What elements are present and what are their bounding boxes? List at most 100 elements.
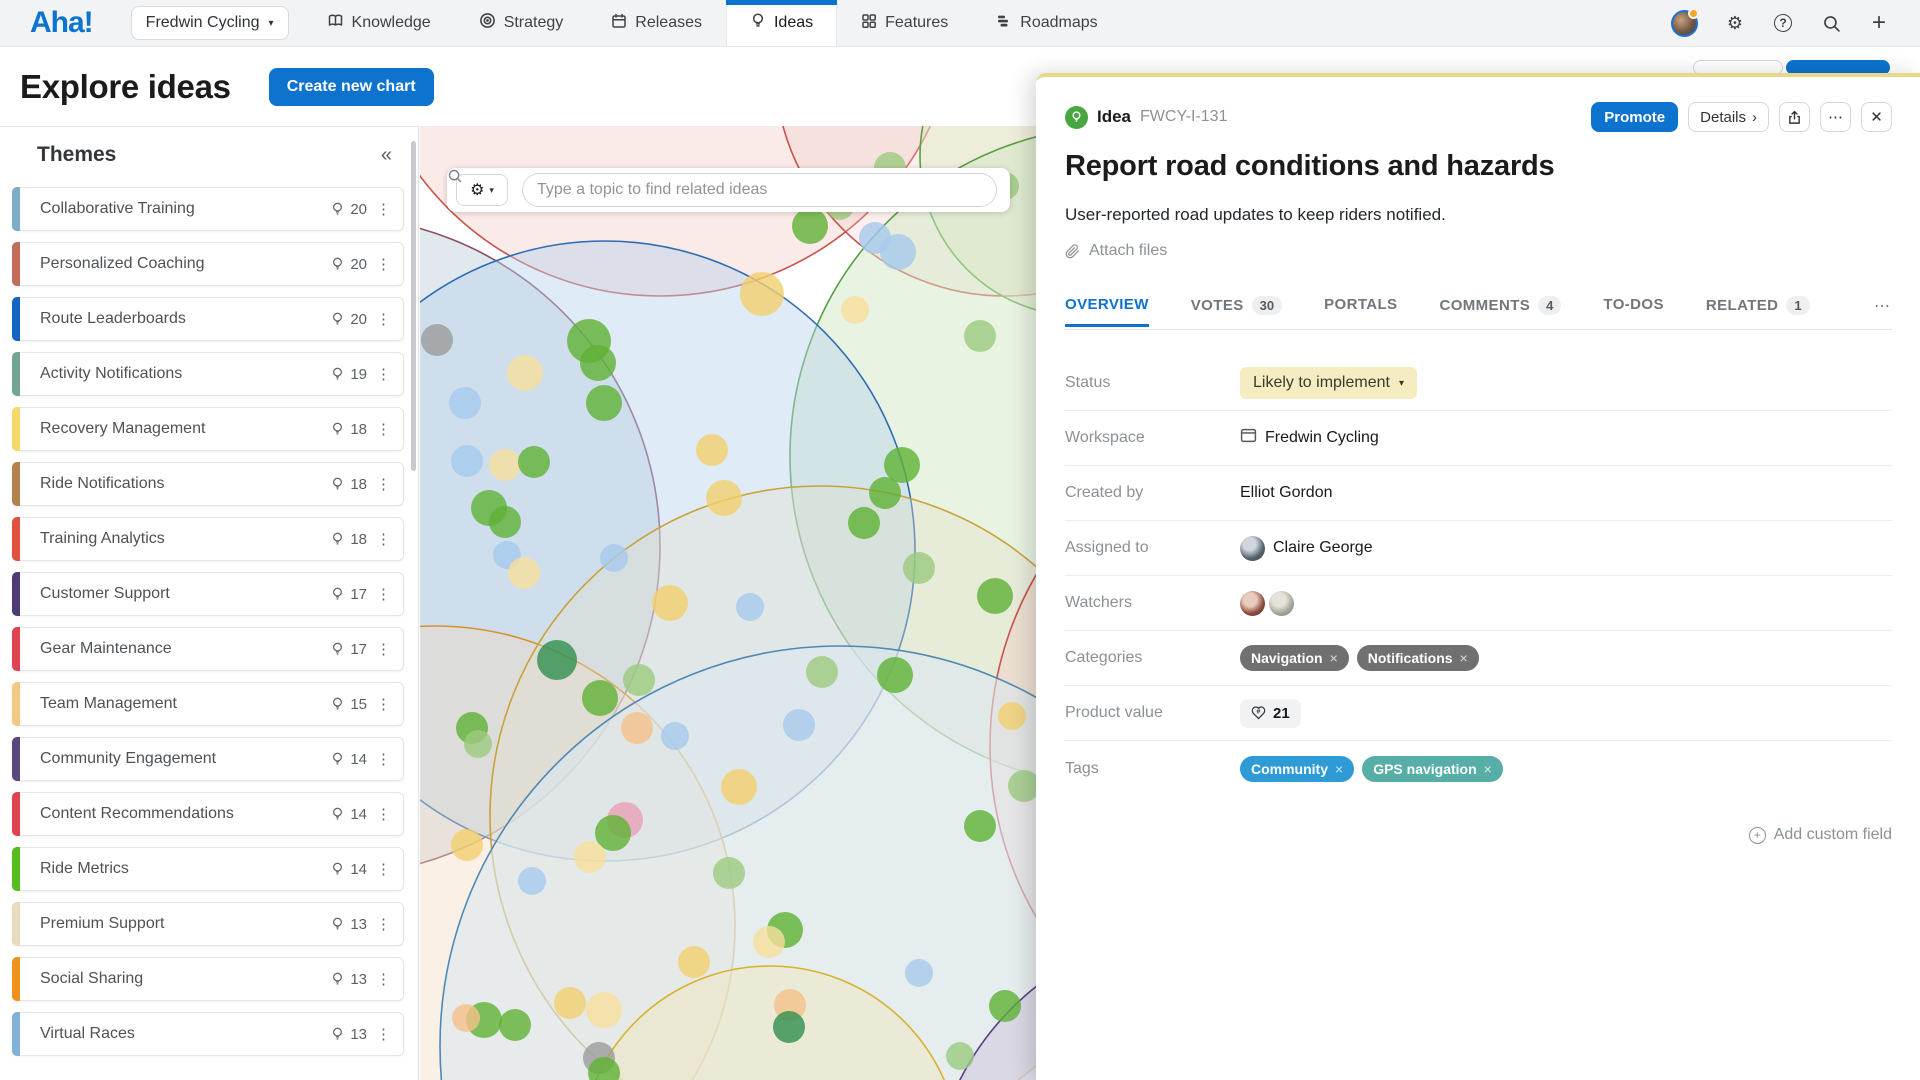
sidebar-item-ride-notifications[interactable]: Ride Notifications 18 ⋮ <box>12 462 404 506</box>
share-button[interactable] <box>1779 102 1810 132</box>
idea-dot[interactable] <box>884 447 920 483</box>
idea-dot[interactable] <box>452 1004 480 1032</box>
idea-dot[interactable] <box>508 557 540 589</box>
idea-dot[interactable] <box>586 385 622 421</box>
sidebar-item-ride-metrics[interactable]: Ride Metrics 14 ⋮ <box>12 847 404 891</box>
idea-dot[interactable] <box>580 345 616 381</box>
idea-dot[interactable] <box>499 1009 531 1041</box>
nav-tab-roadmaps[interactable]: Roadmaps <box>972 0 1121 46</box>
idea-dot[interactable] <box>600 544 628 572</box>
idea-dot[interactable] <box>713 857 745 889</box>
promote-button[interactable]: Promote <box>1591 102 1678 132</box>
idea-dot[interactable] <box>652 585 688 621</box>
help-icon[interactable]: ? <box>1772 12 1794 34</box>
idea-dot[interactable] <box>464 730 492 758</box>
add-custom-field[interactable]: + Add custom field <box>1065 826 1892 844</box>
remove-icon[interactable]: × <box>1335 761 1343 777</box>
idea-dot[interactable] <box>841 296 869 324</box>
idea-dot[interactable] <box>554 987 586 1019</box>
sidebar-item-premium-support[interactable]: Premium Support 13 ⋮ <box>12 902 404 946</box>
sidebar-item-collaborative-training[interactable]: Collaborative Training 20 ⋮ <box>12 187 404 231</box>
assigned-to-value[interactable]: Claire George <box>1273 539 1373 557</box>
idea-dot[interactable] <box>736 593 764 621</box>
nav-tab-features[interactable]: Features <box>837 0 972 46</box>
tabs-overflow-icon[interactable]: ⋯ <box>1874 296 1892 329</box>
sidebar-item-gear-maintenance[interactable]: Gear Maintenance 17 ⋮ <box>12 627 404 671</box>
sidebar-item-community-engagement[interactable]: Community Engagement 14 ⋮ <box>12 737 404 781</box>
idea-dot[interactable] <box>753 926 785 958</box>
idea-dot[interactable] <box>721 769 757 805</box>
category-pill-navigation[interactable]: Navigation× <box>1240 645 1349 671</box>
sidebar-item-social-sharing[interactable]: Social Sharing 13 ⋮ <box>12 957 404 1001</box>
idea-dot[interactable] <box>449 387 481 419</box>
idea-dot[interactable] <box>621 712 653 744</box>
tab-related[interactable]: RELATED1 <box>1706 296 1810 328</box>
remove-icon[interactable]: × <box>1460 650 1468 666</box>
idea-dot[interactable] <box>574 841 606 873</box>
idea-dot[interactable] <box>518 867 546 895</box>
idea-dot[interactable] <box>848 507 880 539</box>
idea-dot[interactable] <box>783 709 815 741</box>
theme-menu-icon[interactable]: ⋮ <box>376 862 391 877</box>
idea-dot[interactable] <box>880 234 916 270</box>
sidebar-item-team-management[interactable]: Team Management 15 ⋮ <box>12 682 404 726</box>
idea-dot[interactable] <box>998 702 1026 730</box>
watcher-avatar[interactable] <box>1240 591 1265 616</box>
remove-icon[interactable]: × <box>1330 650 1338 666</box>
topic-search-input[interactable] <box>537 181 982 199</box>
idea-dot[interactable] <box>905 959 933 987</box>
tab-to-dos[interactable]: TO-DOS <box>1603 296 1663 326</box>
idea-dot[interactable] <box>582 680 618 716</box>
aha-logo[interactable]: Aha! <box>30 6 93 40</box>
close-button[interactable]: ✕ <box>1861 102 1892 132</box>
idea-dot[interactable] <box>623 664 655 696</box>
tab-overview[interactable]: OVERVIEW <box>1065 296 1149 326</box>
idea-dot[interactable] <box>773 1011 805 1043</box>
sidebar-item-customer-support[interactable]: Customer Support 17 ⋮ <box>12 572 404 616</box>
theme-menu-icon[interactable]: ⋮ <box>376 642 391 657</box>
sidebar-item-virtual-races[interactable]: Virtual Races 13 ⋮ <box>12 1012 404 1056</box>
idea-dot[interactable] <box>989 990 1021 1022</box>
sidebar-item-route-leaderboards[interactable]: Route Leaderboards 20 ⋮ <box>12 297 404 341</box>
theme-menu-icon[interactable]: ⋮ <box>376 257 391 272</box>
plus-icon[interactable]: + <box>1868 12 1890 34</box>
tab-comments[interactable]: COMMENTS4 <box>1439 296 1561 328</box>
idea-dot[interactable] <box>451 445 483 477</box>
theme-menu-icon[interactable]: ⋮ <box>376 697 391 712</box>
idea-dot[interactable] <box>586 992 622 1028</box>
remove-icon[interactable]: × <box>1484 761 1492 777</box>
idea-dot[interactable] <box>706 480 742 516</box>
idea-dot[interactable] <box>661 722 689 750</box>
idea-dot[interactable] <box>792 208 828 244</box>
idea-description[interactable]: User-reported road updates to keep rider… <box>1065 205 1892 225</box>
workspace-switcher[interactable]: Fredwin Cycling ▾ <box>131 6 289 40</box>
theme-menu-icon[interactable]: ⋮ <box>376 972 391 987</box>
idea-dot[interactable] <box>869 477 901 509</box>
search-icon[interactable] <box>1820 12 1842 34</box>
idea-dot[interactable] <box>537 640 577 680</box>
theme-menu-icon[interactable]: ⋮ <box>376 477 391 492</box>
tab-portals[interactable]: PORTALS <box>1324 296 1397 326</box>
nav-tab-ideas[interactable]: Ideas <box>726 0 837 46</box>
sidebar-item-training-analytics[interactable]: Training Analytics 18 ⋮ <box>12 517 404 561</box>
idea-dot[interactable] <box>977 578 1013 614</box>
idea-dot[interactable] <box>421 324 453 356</box>
idea-dot[interactable] <box>489 449 521 481</box>
idea-dot[interactable] <box>740 272 784 316</box>
theme-menu-icon[interactable]: ⋮ <box>376 752 391 767</box>
chart-settings-button[interactable]: ⚙ ▾ <box>456 174 508 206</box>
create-new-chart-button[interactable]: Create new chart <box>269 68 434 106</box>
sidebar-item-activity-notifications[interactable]: Activity Notifications 19 ⋮ <box>12 352 404 396</box>
sidebar-item-recovery-management[interactable]: Recovery Management 18 ⋮ <box>12 407 404 451</box>
idea-title[interactable]: Report road conditions and hazards <box>1065 150 1892 183</box>
tab-votes[interactable]: VOTES30 <box>1191 296 1282 328</box>
ideas-bubble-chart[interactable]: ⚙ ▾ <box>420 126 1037 1080</box>
watcher-avatar[interactable] <box>1269 591 1294 616</box>
idea-dot[interactable] <box>696 434 728 466</box>
theme-menu-icon[interactable]: ⋮ <box>376 1027 391 1042</box>
sidebar-item-content-recommendations[interactable]: Content Recommendations 14 ⋮ <box>12 792 404 836</box>
idea-dot[interactable] <box>451 829 483 861</box>
idea-dot[interactable] <box>507 355 543 391</box>
tag-pill-gps-navigation[interactable]: GPS navigation× <box>1362 756 1503 782</box>
theme-menu-icon[interactable]: ⋮ <box>376 422 391 437</box>
